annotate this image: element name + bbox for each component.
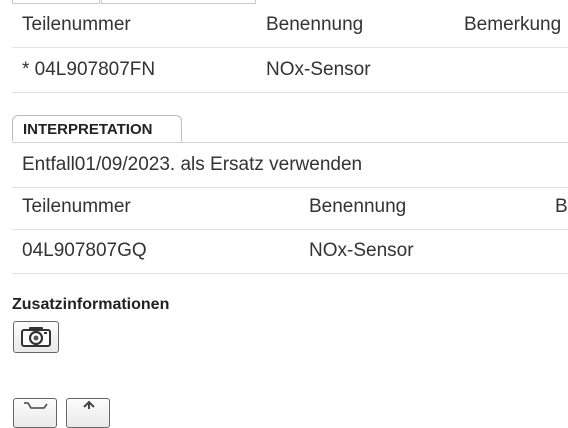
column-header-name: Benennung bbox=[309, 196, 407, 217]
upload-button[interactable] bbox=[66, 398, 110, 428]
part-number-cell[interactable]: * 04L907807FN bbox=[22, 48, 155, 92]
cart-icon bbox=[24, 402, 48, 409]
camera-icon bbox=[21, 327, 51, 347]
camera-button[interactable] bbox=[13, 321, 59, 353]
part-number-cell[interactable]: 04L907807GQ bbox=[22, 229, 147, 273]
column-header-remark: B bbox=[555, 196, 568, 217]
table-row[interactable]: 04L907807GQ NOx-Sensor bbox=[12, 229, 568, 274]
column-header-name: Benennung bbox=[266, 14, 364, 35]
interpretation-note-row: Entfall01/09/2023. als Ersatz verwenden bbox=[12, 143, 568, 188]
upload-icon bbox=[83, 400, 95, 409]
column-header-part-number: Teilenummer bbox=[22, 14, 131, 35]
table-header-row: Teilenummer Benennung B bbox=[12, 185, 568, 230]
additional-info-title: Zusatzinformationen bbox=[12, 296, 170, 313]
column-header-remark: Bemerkung bbox=[464, 14, 562, 35]
table-header-row: Teilenummer Benennung Bemerkung bbox=[12, 3, 568, 48]
cart-button[interactable] bbox=[13, 398, 57, 428]
interpretation-tab[interactable]: INTERPRETATION bbox=[12, 115, 182, 141]
interpretation-note: Entfall01/09/2023. als Ersatz verwenden bbox=[22, 154, 363, 175]
part-name-cell: NOx-Sensor bbox=[309, 240, 414, 261]
part-name-cell: NOx-Sensor bbox=[266, 59, 371, 80]
table-row[interactable]: * 04L907807FN NOx-Sensor bbox=[12, 48, 568, 93]
column-header-part-number: Teilenummer bbox=[22, 196, 131, 217]
